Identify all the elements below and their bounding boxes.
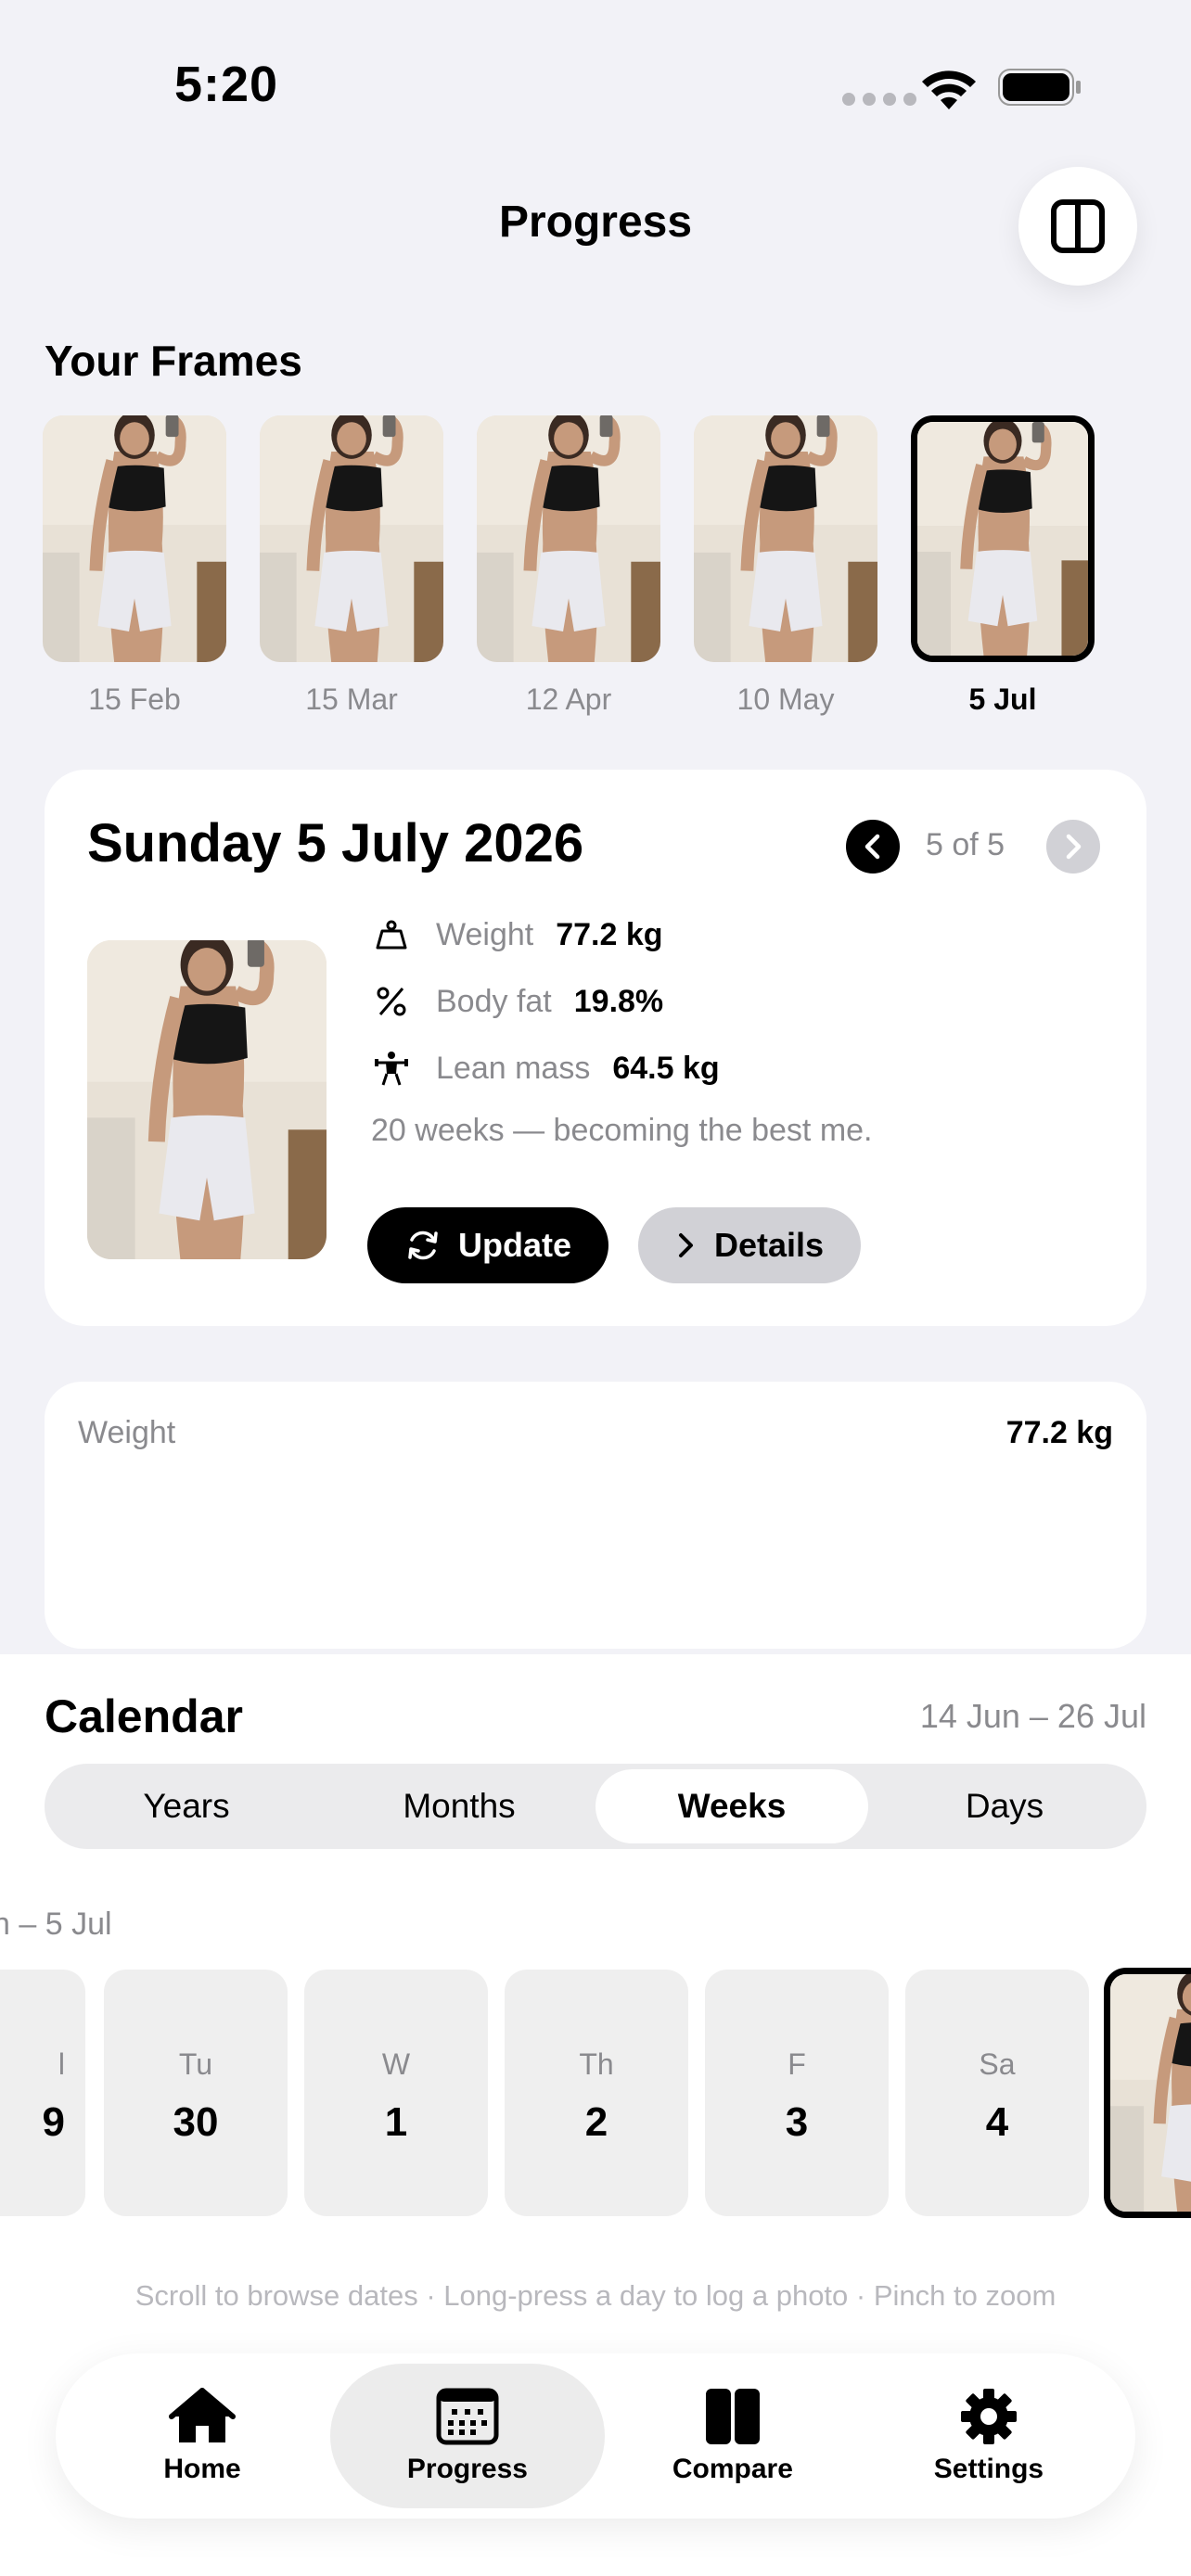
metric-value: 64.5 kg: [612, 1050, 720, 1086]
tab-compare[interactable]: Compare: [605, 2364, 861, 2508]
day-cell[interactable]: F 3: [705, 1970, 889, 2216]
tab-label: Compare: [672, 2454, 793, 2484]
frame-photo: [260, 415, 443, 662]
frames-row: 15 Feb 15 Mar 12 Apr 10 May 5 Jul: [43, 415, 1095, 717]
day-cell-photo[interactable]: [1104, 1968, 1191, 2218]
metric-label: Body fat: [436, 983, 552, 1019]
segment-months[interactable]: Months: [323, 1769, 596, 1843]
day-name: Tu: [178, 2047, 213, 2081]
calendar-scale-segmented-control: Years Months Weeks Days: [45, 1764, 1146, 1849]
frame-note: 20 weeks — becoming the best me.: [371, 1113, 873, 1148]
metric-label: Weight: [436, 916, 534, 952]
previous-frame-button[interactable]: [846, 820, 900, 874]
status-time: 5:20: [174, 57, 279, 112]
status-bar: 5:20: [0, 0, 1191, 167]
frame-item[interactable]: 15 Mar: [260, 415, 443, 717]
compare-layout-button[interactable]: [1018, 167, 1137, 286]
home-icon: [169, 2388, 237, 2442]
metric-body-fat: Body fat 19.8%: [371, 981, 663, 1022]
day-name: Th: [579, 2047, 614, 2081]
metric-value: 19.8%: [573, 983, 664, 1019]
day-name: l: [58, 2047, 65, 2081]
percent-icon: [371, 981, 412, 1022]
day-number: 2: [584, 2099, 608, 2145]
day-cell[interactable]: W 1: [304, 1970, 488, 2216]
chevron-right-icon: [678, 1233, 693, 1257]
day-number: 1: [384, 2099, 408, 2145]
metric-label: Lean mass: [436, 1050, 591, 1086]
update-button[interactable]: Update: [367, 1207, 608, 1283]
tab-label: Home: [163, 2454, 241, 2484]
tab-label: Progress: [406, 2454, 528, 2484]
page-title: Progress: [498, 198, 693, 247]
weight-card-label: Weight: [78, 1415, 176, 1450]
lifter-icon: [371, 1048, 412, 1089]
refresh-icon: [408, 1231, 438, 1260]
segment-weeks[interactable]: Weeks: [596, 1769, 868, 1843]
tab-bar: Home Progress Compare Settings: [56, 2353, 1135, 2519]
split-view-icon: [1051, 199, 1105, 253]
detail-date: Sunday 5 July 2026: [87, 813, 584, 874]
cellular-signal-icon: [842, 93, 916, 106]
day-cell[interactable]: Sa 4: [905, 1970, 1089, 2216]
detail-photo[interactable]: [87, 940, 327, 1259]
frame-item[interactable]: 12 Apr: [477, 415, 660, 717]
week-range-label: n – 5 Jul: [0, 1906, 112, 1942]
day-cell[interactable]: Tu 30: [104, 1970, 288, 2216]
frame-item[interactable]: 10 May: [694, 415, 877, 717]
next-frame-button[interactable]: [1046, 820, 1100, 874]
compare-icon: [705, 2389, 760, 2444]
metric-value: 77.2 kg: [556, 916, 663, 952]
day-name: W: [381, 2047, 411, 2081]
segment-years[interactable]: Years: [50, 1769, 323, 1843]
chevron-left-icon: [864, 834, 880, 860]
frame-photo: [43, 415, 226, 662]
details-button[interactable]: Details: [638, 1207, 861, 1283]
calendar-title: Calendar: [45, 1690, 243, 1742]
frame-date-label: 15 Mar: [305, 682, 398, 716]
frame-date-label: 10 May: [736, 682, 835, 716]
gear-icon: [960, 2389, 1017, 2444]
day-name: F: [788, 2047, 806, 2081]
weight-card-value: 77.2 kg: [1005, 1415, 1113, 1450]
frame-date-label: 5 Jul: [968, 682, 1037, 716]
calendar-range: 14 Jun – 26 Jul: [919, 1697, 1146, 1735]
weight-chart-card[interactable]: Weight 77.2 kg: [45, 1382, 1146, 1649]
frame-detail-card: Sunday 5 July 2026 5 of 5 Weight 77.2 kg…: [45, 770, 1146, 1326]
frame-item[interactable]: 15 Feb: [43, 415, 226, 717]
frames-heading: Your Frames: [45, 337, 302, 385]
segment-days[interactable]: Days: [868, 1769, 1141, 1843]
day-cell[interactable]: l 9: [0, 1970, 85, 2216]
day-cell[interactable]: Th 2: [505, 1970, 688, 2216]
frame-date-label: 15 Feb: [88, 682, 181, 716]
details-button-label: Details: [713, 1226, 825, 1264]
frame-item-selected[interactable]: 5 Jul: [911, 415, 1095, 717]
calendar-hint: Scroll to browse dates · Long-press a da…: [134, 2279, 1057, 2312]
chevron-right-icon: [1066, 834, 1082, 860]
wifi-icon: [922, 70, 976, 109]
day-name: Sa: [979, 2047, 1016, 2081]
day-number: 3: [785, 2099, 809, 2145]
frame-photo: [911, 415, 1095, 662]
tab-label: Settings: [933, 2454, 1044, 2484]
metric-lean-mass: Lean mass 64.5 kg: [371, 1048, 720, 1089]
frame-photo: [477, 415, 660, 662]
calendar-icon: [436, 2388, 499, 2445]
frame-date-label: 12 Apr: [525, 682, 612, 716]
day-number: 4: [985, 2099, 1009, 2145]
day-number: 9: [42, 2099, 65, 2145]
update-button-label: Update: [457, 1226, 571, 1264]
days-strip[interactable]: l 9 Tu 30 W 1 Th 2 F 3 Sa 4: [0, 1968, 1191, 2220]
frame-photo: [694, 415, 877, 662]
metric-weight: Weight 77.2 kg: [371, 914, 663, 955]
frame-counter: 5 of 5: [926, 827, 1005, 862]
battery-icon: [998, 69, 1081, 106]
tab-home[interactable]: Home: [74, 2364, 330, 2508]
weight-icon: [371, 914, 412, 955]
tab-settings[interactable]: Settings: [861, 2364, 1117, 2508]
day-number: 30: [173, 2099, 219, 2145]
tab-progress[interactable]: Progress: [330, 2364, 605, 2508]
